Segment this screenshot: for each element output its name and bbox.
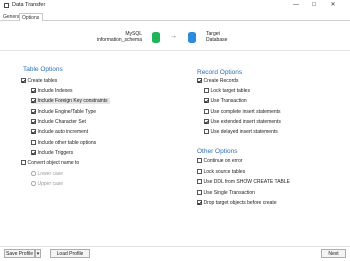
maximize-button[interactable]: ☐ xyxy=(305,0,323,11)
checkbox-icon xyxy=(31,109,36,114)
lower-case-radio[interactable]: Lower case xyxy=(31,171,63,177)
upper-case-radio[interactable]: Upper case xyxy=(31,181,63,187)
single-transaction-checkbox[interactable]: Use Single Transaction xyxy=(197,190,255,196)
lock-target-tables-checkbox[interactable]: Lock target tables xyxy=(204,88,250,94)
checkbox-icon xyxy=(21,160,26,165)
use-ddl-checkbox[interactable]: Use DDL from SHOW CREATE TABLE xyxy=(197,179,290,185)
use-transaction-checkbox[interactable]: Use Transaction xyxy=(204,98,247,104)
tab-options[interactable]: Options xyxy=(19,13,43,21)
load-profile-button[interactable]: Load Profile xyxy=(50,249,90,258)
checkbox-icon xyxy=(31,119,36,124)
include-triggers-checkbox[interactable]: Include Triggers xyxy=(31,150,73,156)
minimize-button[interactable]: — xyxy=(287,0,305,11)
checkbox-icon xyxy=(197,179,202,184)
checkbox-icon xyxy=(204,119,209,124)
next-button[interactable]: Next xyxy=(321,249,346,258)
arrow-right-icon: → xyxy=(170,33,177,40)
record-options-title: Record Options xyxy=(197,69,243,76)
save-profile-dropdown[interactable]: ▾ xyxy=(35,249,41,258)
window-title: Data Transfer xyxy=(12,2,46,8)
lock-source-tables-checkbox[interactable]: Lock source tables xyxy=(197,169,245,175)
include-auto-increment-checkbox[interactable]: Include auto increment xyxy=(31,129,88,135)
source-info: MySQL information_schema xyxy=(97,31,142,43)
complete-insert-checkbox[interactable]: Use complete insert statements xyxy=(204,109,281,115)
checkbox-icon xyxy=(197,200,202,205)
tab-bar: General Options xyxy=(0,12,350,21)
target-type: Database xyxy=(206,37,228,43)
other-options-title: Other Options xyxy=(197,148,238,155)
source-database-icon xyxy=(152,32,160,43)
app-icon xyxy=(4,3,9,8)
checkbox-icon xyxy=(31,150,36,155)
drop-target-objects-checkbox[interactable]: Drop target objects before create xyxy=(197,200,277,206)
include-indexes-checkbox[interactable]: Include Indexes xyxy=(31,88,73,94)
target-database-icon xyxy=(188,32,196,43)
checkbox-icon xyxy=(204,88,209,93)
radio-icon xyxy=(31,181,36,186)
target-info: Target Database xyxy=(206,31,227,43)
include-other-options-checkbox[interactable]: Include other table options xyxy=(31,140,96,146)
include-engine-checkbox[interactable]: Include Engine/Table Type xyxy=(31,109,96,115)
checkbox-icon xyxy=(31,129,36,134)
delayed-insert-checkbox[interactable]: Use delayed insert statements xyxy=(204,129,278,135)
checkbox-icon xyxy=(197,158,202,163)
save-profile-button[interactable]: Save Profile xyxy=(4,249,35,258)
checkbox-icon xyxy=(204,129,209,134)
continue-on-error-checkbox[interactable]: Continue on error xyxy=(197,158,242,164)
source-database: information_schema xyxy=(96,37,142,43)
table-options-title: Table Options xyxy=(23,66,63,73)
convert-name-checkbox[interactable]: Convert object name to xyxy=(21,160,79,166)
checkbox-icon xyxy=(204,109,209,114)
checkbox-icon xyxy=(204,98,209,103)
checkbox-icon xyxy=(31,140,36,145)
checkbox-icon xyxy=(21,78,26,83)
checkbox-icon xyxy=(197,190,202,195)
checkbox-icon xyxy=(31,88,36,93)
include-charset-checkbox[interactable]: Include Character Set xyxy=(31,119,86,125)
checkbox-icon xyxy=(197,169,202,174)
checkbox-icon xyxy=(31,98,36,103)
radio-icon xyxy=(31,171,36,176)
create-tables-checkbox[interactable]: Create tables xyxy=(21,78,57,84)
include-foreign-key-checkbox[interactable]: Include Foreign Key constraints xyxy=(31,98,110,104)
title-bar: Data Transfer — ☐ ✕ xyxy=(0,0,350,11)
extended-insert-checkbox[interactable]: Use extended insert statements xyxy=(204,119,281,125)
close-button[interactable]: ✕ xyxy=(324,0,342,11)
create-records-checkbox[interactable]: Create Records xyxy=(197,78,239,84)
checkbox-icon xyxy=(197,78,202,83)
